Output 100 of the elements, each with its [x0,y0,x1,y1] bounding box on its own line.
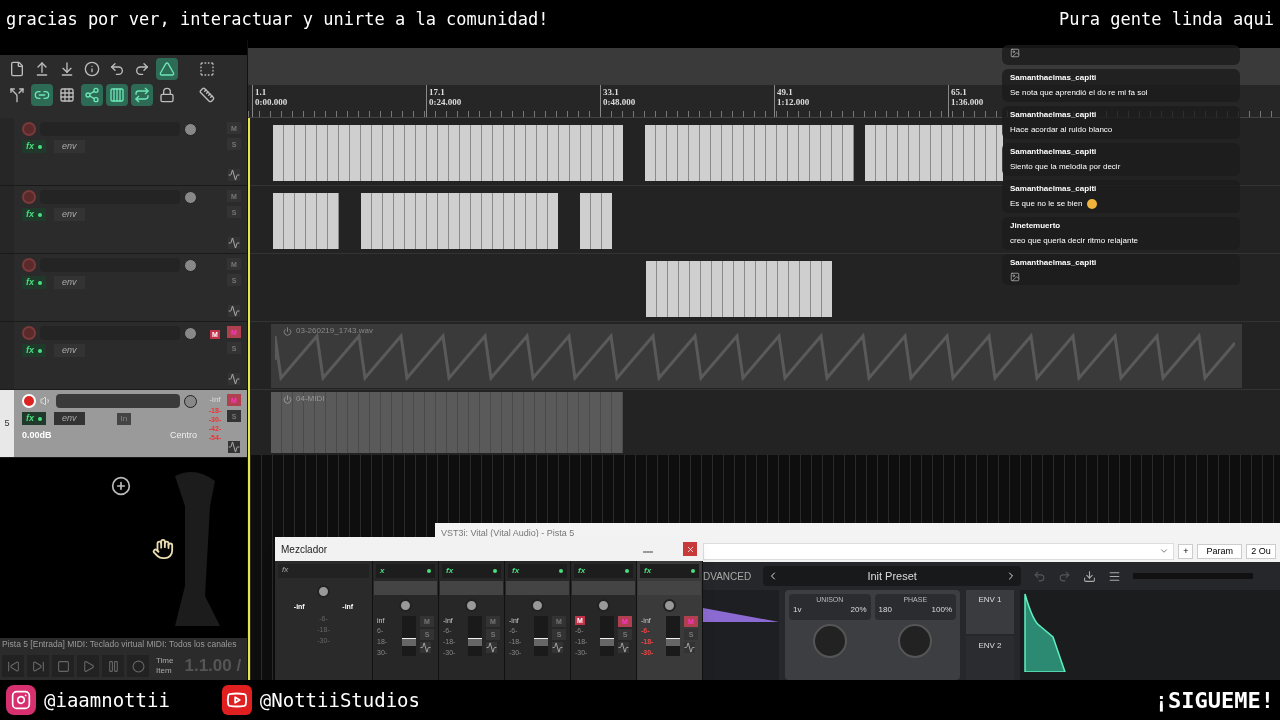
envelope-icon[interactable] [552,642,563,653]
envelope-icon[interactable] [228,305,240,317]
fx-slot[interactable]: fx [640,564,699,578]
pan-knob[interactable] [663,599,676,612]
chat-text: creo que queria decir ritmo relajante [1010,235,1139,247]
skip-back-icon [6,659,20,673]
volume-fader[interactable] [402,616,416,656]
midi-clip[interactable] [865,125,1003,181]
youtube-icon [221,685,252,715]
play-button[interactable] [77,655,99,677]
midi-clip[interactable] [646,261,832,317]
pause-button[interactable] [102,655,124,677]
envelope-icon[interactable] [228,373,240,385]
link-button[interactable] [31,84,53,106]
follow-call: ¡SIGUEME! [1154,686,1274,715]
fx-slot[interactable]: fx [574,564,633,578]
midi-clip[interactable] [645,125,854,181]
env-button[interactable]: env [54,208,85,221]
pan-knob[interactable] [399,599,412,612]
columns-button[interactable] [106,84,128,106]
add-button[interactable]: + [1178,543,1194,559]
envelope-graph[interactable] [1020,590,1280,680]
envelope-icon[interactable] [486,642,497,653]
pan-knob[interactable] [597,599,610,612]
speaker-icon [40,395,52,407]
volume-knob[interactable] [184,122,197,136]
fx-button[interactable]: fx [22,276,46,289]
pan-knob[interactable] [317,585,330,598]
preset-selector[interactable]: Init Preset [763,566,1022,586]
skip-forward-icon [31,659,45,673]
status-text: Pista 5 [Entrada] MIDI: Teclado virtual MIDI: Todos los canales [1,638,238,651]
save-icon[interactable] [1083,569,1097,583]
envelope-icon[interactable] [420,642,431,653]
send-area [506,581,569,595]
param-button[interactable]: Param [1197,543,1242,559]
fx-button[interactable]: fx [22,344,46,357]
youtube-handle: @NottiiStudios [259,687,420,713]
stop-button[interactable] [52,655,74,677]
track-name-field[interactable] [56,394,180,408]
fx-button[interactable]: fx [22,140,46,153]
fx-slot[interactable]: x [376,564,435,578]
volume-knob[interactable] [184,190,197,204]
env-button[interactable]: env [54,276,85,289]
volume-knob[interactable] [184,326,197,340]
metronome-button[interactable] [156,58,178,80]
power-icon[interactable] [283,326,292,336]
midi-clip[interactable] [273,125,623,181]
close-button[interactable] [683,542,697,556]
env-button[interactable]: env [54,140,85,153]
env-button[interactable]: env [54,412,85,425]
midi-clip[interactable] [580,193,612,249]
midi-clip[interactable] [273,193,339,249]
volume-fader[interactable] [468,616,482,656]
loop-button[interactable] [131,84,153,106]
send-area [440,581,503,595]
send-area [374,581,437,595]
envelope-icon[interactable] [684,642,695,653]
item-mode-label: Item [156,666,173,676]
knob-value: 1v [793,604,802,616]
ruler-bar-label: 17.1 [429,87,445,97]
volume-fader[interactable] [534,616,548,656]
skip-back-button[interactable] [2,655,24,677]
audio-clip[interactable]: 03-260219_1743.wav [271,324,1242,388]
upload-icon [34,61,50,77]
envelope-tab[interactable]: ENV 2 [966,636,1014,680]
fx-slot[interactable]: fx [508,564,567,578]
volume-fader[interactable] [600,616,614,656]
add-icon[interactable] [111,476,131,496]
instagram-handle: @iaamnottii [44,687,170,713]
volume-knob[interactable] [184,258,197,272]
volume-fader[interactable] [666,616,680,656]
chat-username: Jinetemuerto [1010,220,1062,232]
fx-button[interactable]: fx [22,412,46,425]
ruler-time-label: 1:36.000 [951,97,984,107]
fx-button[interactable]: fx [22,208,46,221]
volume-knob[interactable] [184,394,197,408]
nodes-button[interactable] [81,84,103,106]
advanced-tab[interactable]: DVANCED [703,568,752,584]
menu-icon[interactable] [1108,569,1122,583]
midi-clip[interactable] [361,193,558,249]
env-button[interactable]: env [54,344,85,357]
skip-forward-button[interactable] [27,655,49,677]
undo-icon [109,61,125,77]
sticker-icon [1010,48,1020,58]
ruler-time-label: 0:48.000 [603,97,636,107]
envelope-tab[interactable]: ENV 1 [966,590,1014,634]
outputs-button[interactable]: 2 Ou [1246,543,1276,559]
chat-text: Es que no le se bien [1010,198,1083,210]
pan-knob[interactable] [531,599,544,612]
fx-slot[interactable]: fx [278,564,369,578]
envelope-icon[interactable] [228,441,240,453]
pause-icon [106,659,120,673]
envelope-icon[interactable] [228,237,240,249]
pan-knob[interactable] [465,599,478,612]
envelope-icon[interactable] [228,169,240,181]
ruler-bar-label: 65.1 [951,87,967,97]
window-title: Mezclador [281,542,328,557]
envelope-icon[interactable] [618,642,629,653]
fx-slot[interactable]: fx [442,564,501,578]
columns-icon [109,87,125,103]
